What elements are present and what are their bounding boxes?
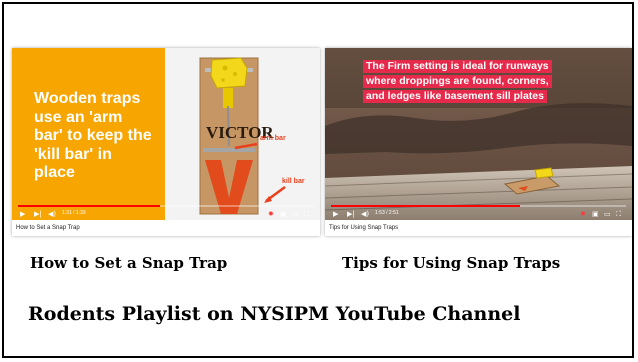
banner-line-3: and ledges like basement sill plates	[363, 90, 547, 103]
video-title-tips[interactable]: Tips for Using Snap Traps	[342, 254, 560, 272]
video-caption[interactable]: Tips for Using Snap Traps	[325, 220, 632, 236]
player-controls[interactable]: ▶ ▶| ◀) 1:31 / 1:33 ✹ ▣ ▭ ⛶	[12, 202, 320, 220]
video-title-snap-trap[interactable]: How to Set a Snap Trap	[30, 254, 227, 272]
next-icon[interactable]: ▶|	[34, 210, 42, 218]
snap-trap-image: VICTOR arm bar kill bar	[199, 57, 305, 215]
banner-line-1: The Firm setting is ideal for runways	[363, 60, 552, 73]
annotation-kill-bar: kill bar	[282, 178, 305, 185]
video-player[interactable]: Wooden traps use an 'arm bar' to keep th…	[12, 48, 320, 220]
annotation-arm-bar: arm bar	[260, 135, 286, 142]
time-display: 1:31 / 1:33	[62, 210, 86, 216]
slide-text: Wooden traps use an 'arm bar' to keep th…	[34, 90, 152, 181]
playlist-title[interactable]: Rodents Playlist on NYSIPM YouTube Chann…	[28, 303, 520, 325]
theater-icon[interactable]: ▭	[604, 210, 611, 218]
progress-bar[interactable]	[331, 205, 626, 207]
settings-icon[interactable]: ✹	[268, 210, 274, 218]
next-icon[interactable]: ▶|	[347, 210, 355, 218]
miniplayer-icon[interactable]: ▣	[592, 210, 599, 218]
theater-icon[interactable]: ▭	[292, 210, 299, 218]
miniplayer-icon[interactable]: ▣	[280, 210, 287, 218]
slide-panel: Wooden traps use an 'arm bar' to keep th…	[12, 48, 165, 220]
progress-fill	[18, 205, 161, 207]
play-icon[interactable]: ▶	[20, 210, 25, 218]
settings-icon[interactable]: ✹	[580, 210, 586, 218]
banner-line-2: where droppings are found, corners,	[363, 75, 552, 88]
video-card-tips[interactable]: The Firm setting is ideal for runways wh…	[325, 48, 632, 236]
time-display: 1:53 / 2:51	[375, 210, 399, 216]
progress-bar[interactable]	[18, 205, 314, 207]
basement-scene-image	[325, 48, 632, 220]
video-player[interactable]: The Firm setting is ideal for runways wh…	[325, 48, 632, 220]
fullscreen-icon[interactable]: ⛶	[304, 210, 309, 218]
player-controls[interactable]: ▶ ▶| ◀) 1:53 / 2:51 ✹ ▣ ▭ ⛶	[325, 202, 632, 220]
volume-icon[interactable]: ◀)	[48, 210, 56, 218]
video-card-snap-trap[interactable]: Wooden traps use an 'arm bar' to keep th…	[12, 48, 320, 236]
progress-fill	[331, 205, 520, 207]
video-caption[interactable]: How to Set a Snap Trap	[12, 220, 320, 236]
volume-icon[interactable]: ◀)	[361, 210, 369, 218]
fullscreen-icon[interactable]: ⛶	[616, 210, 621, 218]
play-icon[interactable]: ▶	[333, 210, 338, 218]
trap-image: VICTOR arm bar kill bar	[165, 48, 320, 220]
